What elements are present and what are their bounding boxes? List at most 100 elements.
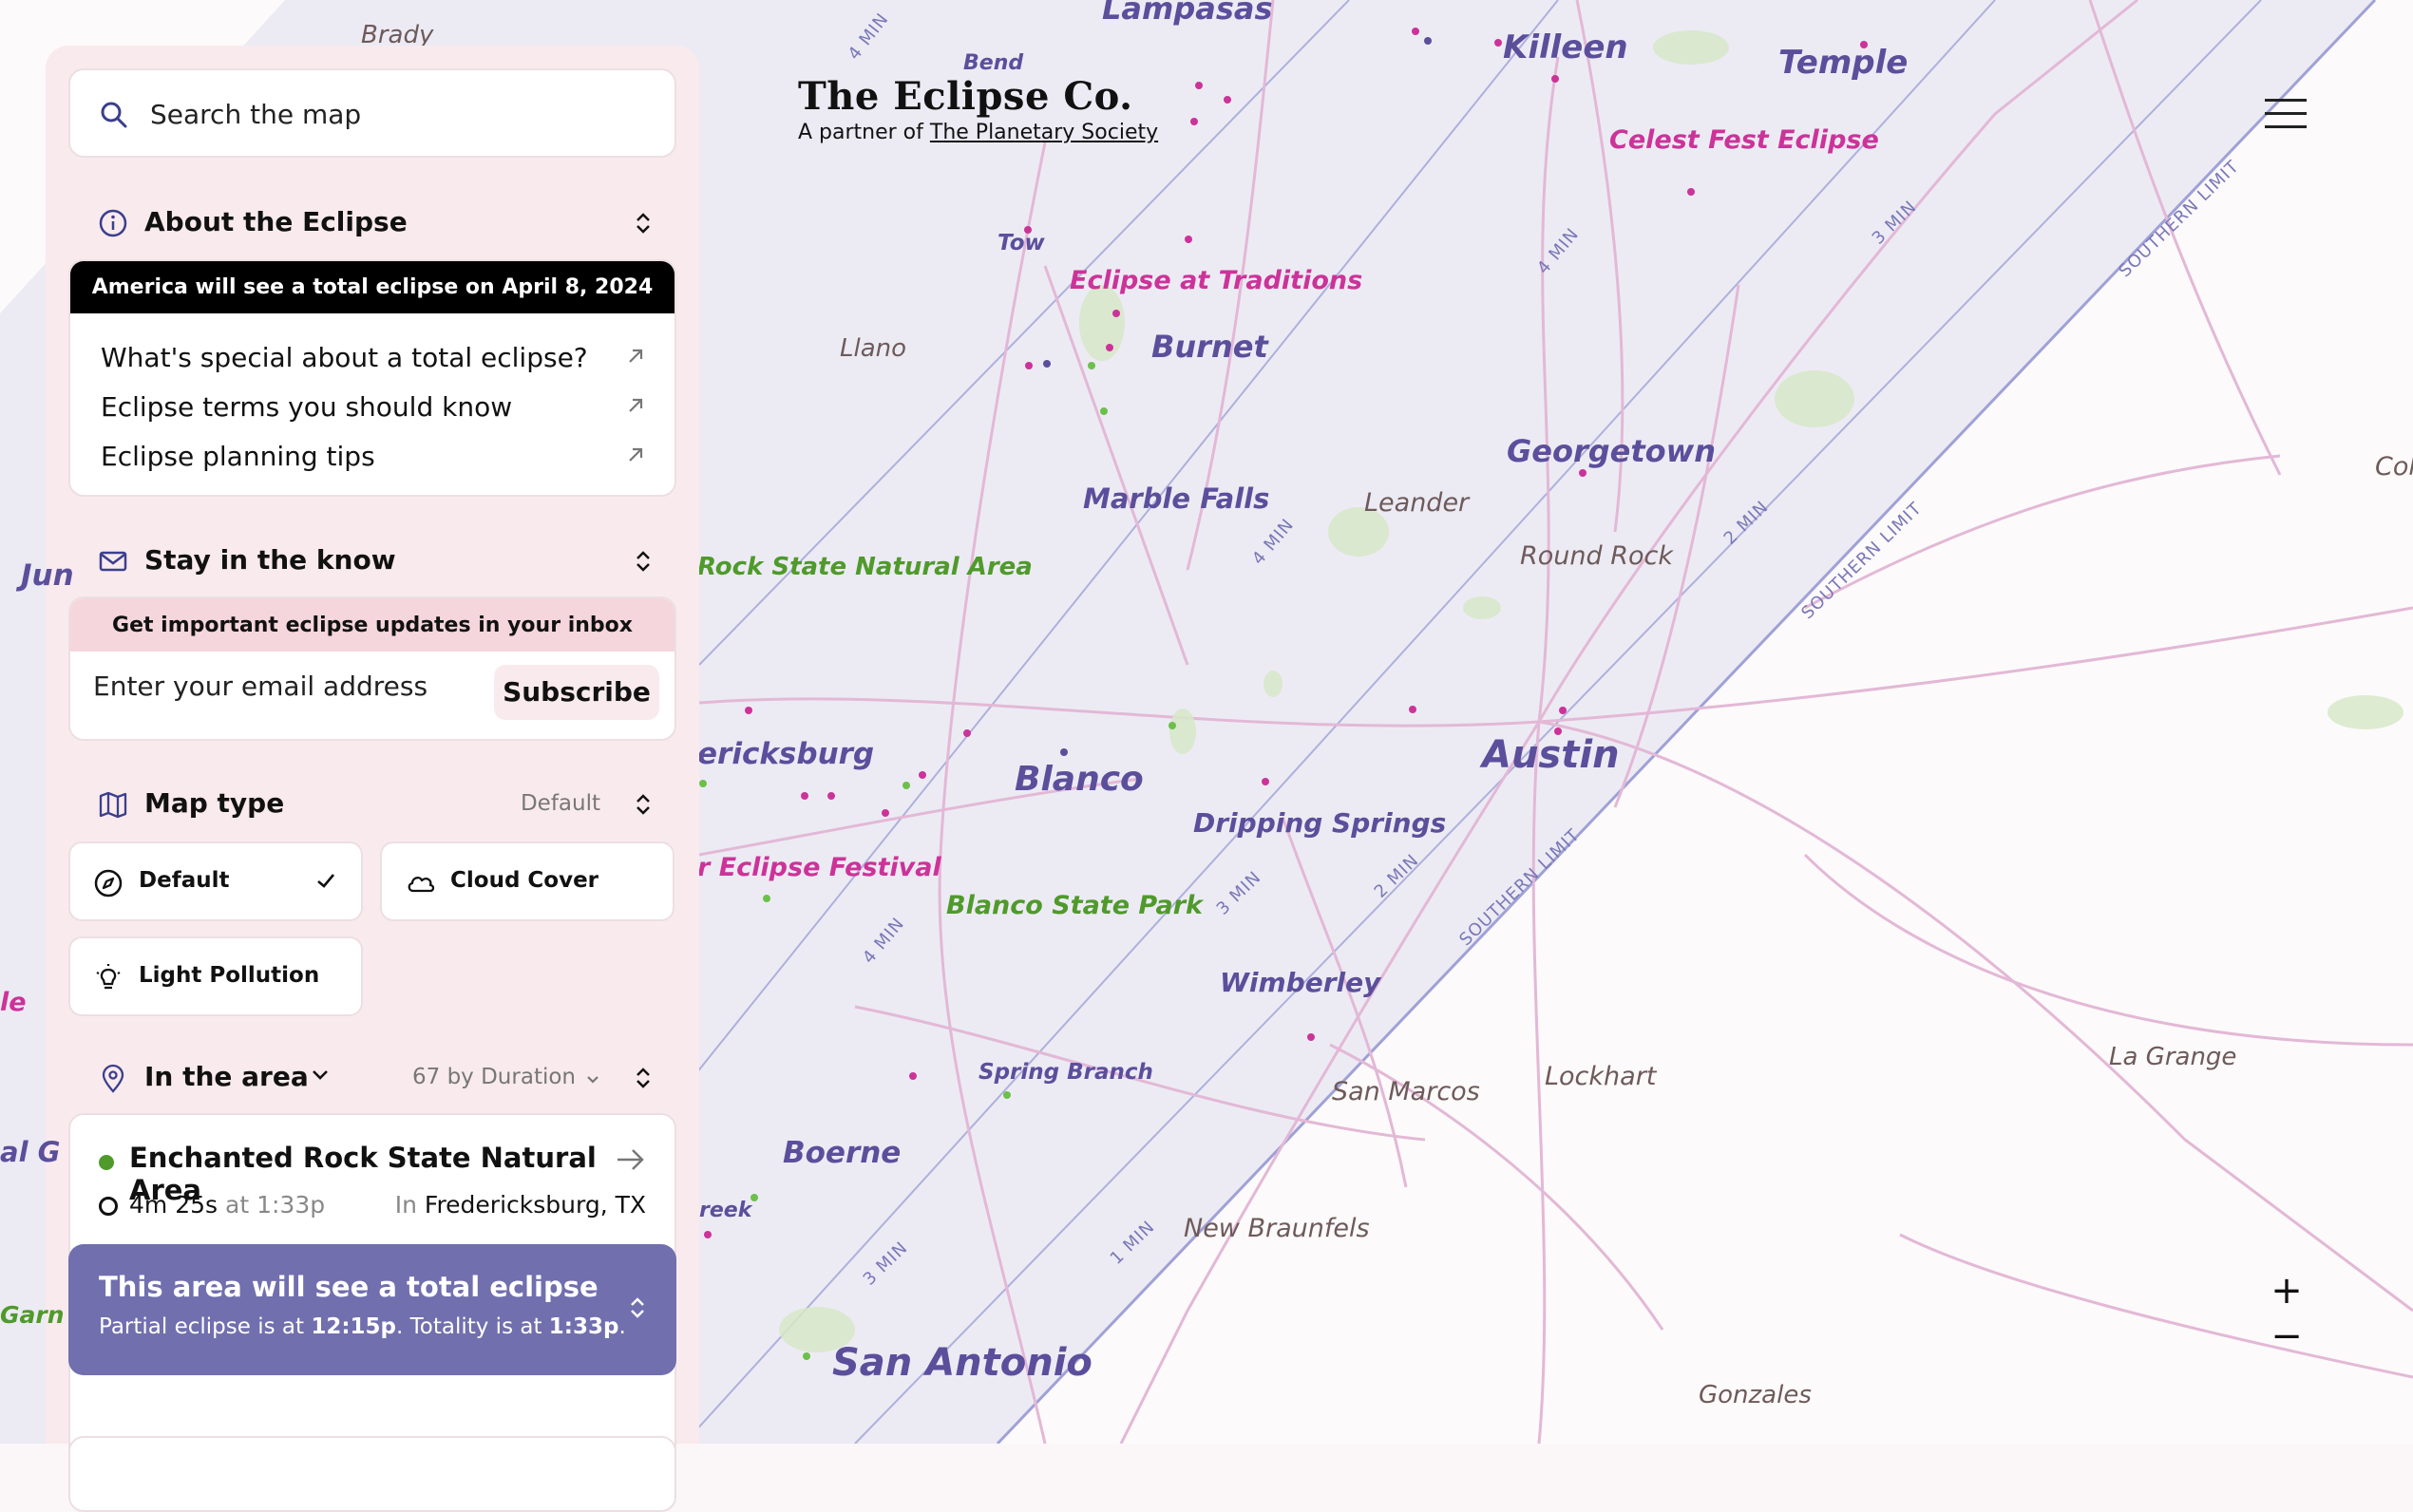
map-type-section-header[interactable]: Map type Default <box>68 779 676 826</box>
map-type-title: Map type <box>144 787 285 819</box>
map-label-dripping-springs: Dripping Springs <box>1193 807 1447 839</box>
brand: The Eclipse Co. A partner of The Planeta… <box>798 74 1158 144</box>
compass-icon <box>93 868 124 902</box>
menu-button[interactable] <box>2265 95 2307 133</box>
map-label-llano: Llano <box>840 334 907 363</box>
map-type-default-option[interactable]: Default <box>68 841 363 921</box>
map-label-marble-falls: Marble Falls <box>1083 482 1270 515</box>
in-label: In <box>394 1191 417 1219</box>
about-link-label: What's special about a total eclipse? <box>101 342 588 373</box>
hamburger-icon <box>2265 125 2307 128</box>
brand-subtitle-prefix: A partner of <box>798 121 923 144</box>
partial-label: Partial eclipse is at <box>99 1314 305 1339</box>
map-label-tow: Tow <box>998 231 1045 255</box>
cloud-icon <box>405 868 437 900</box>
map-label-rock-state-natural-area: Rock State Natural Area <box>697 553 1033 581</box>
map-label-clipped: Garn <box>0 1301 65 1329</box>
map-label-round-rock: Round Rock <box>1520 541 1673 571</box>
map-type-option-label: Default <box>139 868 230 893</box>
map-type-option-label: Cloud Cover <box>450 868 599 893</box>
expand-collapse-icon[interactable] <box>633 792 654 821</box>
about-link-label: Eclipse planning tips <box>101 441 375 472</box>
duration-value: 4m 25s <box>129 1191 218 1219</box>
map-type-cloud-cover-option[interactable]: Cloud Cover <box>380 841 674 921</box>
brand-title: The Eclipse Co. <box>798 74 1133 119</box>
area-title: In the area <box>144 1061 309 1092</box>
map-label-clipped: le <box>0 988 27 1017</box>
newsletter-section-header[interactable]: Stay in the know <box>68 536 676 583</box>
about-title: About the Eclipse <box>144 206 408 237</box>
newsletter-banner: Get important eclipse updates in your in… <box>70 598 674 652</box>
partial-time: 12:15p <box>311 1314 397 1339</box>
map-label-eclipse-festival: r Eclipse Festival <box>697 853 941 882</box>
brand-subtitle: A partner of The Planetary Society <box>798 121 1158 144</box>
subscribe-button[interactable]: Subscribe <box>494 665 659 720</box>
map-label-boerne: Boerne <box>783 1136 902 1170</box>
newsletter-title: Stay in the know <box>144 544 396 576</box>
map-label-col: Col <box>2375 452 2413 482</box>
about-link-tips[interactable]: Eclipse planning tips <box>101 431 646 481</box>
chevron-down-icon[interactable] <box>585 1071 600 1089</box>
place-duration: 4m 25s at 1:33p <box>129 1191 325 1219</box>
side-panel: Search the map About the Eclipse America… <box>46 46 699 1512</box>
zoom-out-button[interactable]: − <box>2270 1314 2303 1359</box>
search-icon <box>99 100 129 134</box>
at-label: at <box>225 1191 250 1219</box>
map-label-spring-branch: Spring Branch <box>978 1060 1153 1085</box>
map-label-georgetown: Georgetown <box>1507 433 1716 469</box>
area-sort-label[interactable]: 67 by Duration <box>412 1065 576 1089</box>
hamburger-icon <box>2265 99 2307 102</box>
partner-link[interactable]: The Planetary Society <box>930 121 1158 144</box>
map-label-clipped: Jun <box>21 558 74 593</box>
place-location: In Fredericksburg, TX <box>395 1191 646 1219</box>
external-arrow-icon <box>625 444 646 469</box>
search-bar[interactable]: Search the map <box>68 68 676 158</box>
expand-collapse-icon[interactable] <box>633 211 654 239</box>
total-eclipse-banner[interactable]: This area will see a total eclipse Parti… <box>68 1244 676 1375</box>
about-link-terms[interactable]: Eclipse terms you should know <box>101 382 646 431</box>
map-label-san-antonio: San Antonio <box>832 1341 1092 1385</box>
chevron-down-icon[interactable] <box>311 1068 330 1087</box>
about-section-header[interactable]: About the Eclipse <box>68 198 676 245</box>
map-label-blanco-state-park: Blanco State Park <box>946 891 1203 920</box>
map-type-light-pollution-option[interactable]: Light Pollution <box>68 936 363 1016</box>
arrow-right-icon[interactable] <box>616 1147 646 1176</box>
place-card[interactable] <box>68 1436 676 1512</box>
external-arrow-icon <box>625 395 646 420</box>
map-label-san-marcos: San Marcos <box>1332 1077 1480 1106</box>
totality-time: 1:33p <box>256 1191 326 1219</box>
map-label-celest-fest: Celest Fest Eclipse <box>1609 125 1879 155</box>
search-input[interactable]: Search the map <box>150 99 361 130</box>
map-label-killeen: Killeen <box>1503 28 1628 66</box>
eclipse-duration-icon <box>99 1197 118 1216</box>
map-icon <box>99 790 127 822</box>
map-label-fredericksburg-fragment: ericksburg <box>697 737 875 771</box>
mail-icon <box>99 547 127 579</box>
about-link-label: Eclipse terms you should know <box>101 391 513 423</box>
about-card: America will see a total eclipse on Apri… <box>68 259 676 497</box>
location-value: Fredericksburg, TX <box>424 1191 646 1219</box>
sort-order-icon[interactable] <box>633 1066 654 1094</box>
zoom-controls: + − <box>2270 1268 2303 1359</box>
eclipse-date-banner: America will see a total eclipse on Apri… <box>70 261 674 313</box>
zoom-in-button[interactable]: + <box>2270 1268 2303 1314</box>
hamburger-icon <box>2265 112 2307 115</box>
about-link-special[interactable]: What's special about a total eclipse? <box>101 332 646 382</box>
expand-collapse-icon[interactable] <box>633 549 654 577</box>
email-field[interactable]: Enter your email address <box>93 671 428 702</box>
map-label-blanco: Blanco <box>1015 760 1144 799</box>
map-label-austin: Austin <box>1482 733 1620 777</box>
map-label-la-grange: La Grange <box>2109 1043 2237 1071</box>
expand-collapse-icon[interactable] <box>627 1295 648 1324</box>
map-label-clipped: al G <box>0 1136 61 1168</box>
total-eclipse-heading: This area will see a total eclipse <box>99 1271 598 1303</box>
map-type-option-label: Light Pollution <box>139 963 320 988</box>
newsletter-card: Get important eclipse updates in your in… <box>68 596 676 741</box>
info-icon <box>99 209 127 241</box>
map-label-eclipse-traditions: Eclipse at Traditions <box>1070 266 1363 295</box>
area-section-header[interactable]: In the area 67 by Duration <box>68 1052 676 1100</box>
map-label-wimberley: Wimberley <box>1220 967 1381 998</box>
map-label-leander: Leander <box>1364 488 1470 518</box>
map-label-gonzales: Gonzales <box>1699 1381 1812 1409</box>
map-label-bend: Bend <box>963 51 1024 75</box>
